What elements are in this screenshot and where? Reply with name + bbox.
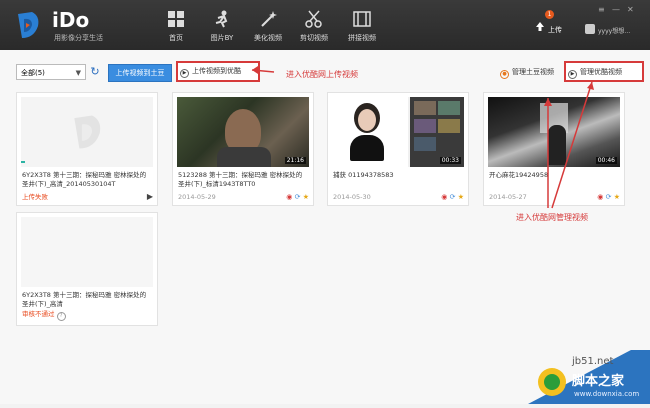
share-icons: ◉ ⟳ ★: [286, 193, 309, 201]
status-text: 上传失败: [22, 193, 48, 201]
grid-icon: [168, 11, 184, 27]
weibo-icon[interactable]: ◉: [597, 193, 603, 201]
minimize-icon[interactable]: —: [612, 5, 620, 14]
tencent-icon[interactable]: ⟳: [295, 193, 301, 201]
play-circle-icon: ▶: [568, 70, 577, 79]
film-icon: [353, 11, 371, 27]
video-card[interactable]: 6Y2X3T8 第十三期：探秘玛雅 密林探处的圣井(下)_高清 审核不通过 ?: [16, 212, 158, 326]
tencent-icon[interactable]: ⟳: [606, 193, 612, 201]
app-header: iDo 用影像分享生活 首页 图片BY 美化视频 剪切视频 拼接视频 1 上传 …: [0, 0, 650, 50]
duration: 21:16: [284, 157, 306, 164]
upload-date: 2014-05-29: [178, 193, 216, 201]
video-thumbnail[interactable]: 00:33: [332, 97, 464, 167]
ido-logo-icon: [18, 12, 39, 38]
upload-date: 2014-05-30: [333, 193, 371, 201]
thumbnail-tile: [414, 137, 436, 151]
nav-label: 图片BY: [210, 34, 234, 42]
menu-icon[interactable]: ≡: [598, 5, 605, 14]
magic-wand-icon: [261, 11, 277, 27]
tudou-icon: ●: [500, 70, 509, 79]
progress-indicator: [21, 161, 25, 163]
video-thumbnail[interactable]: 00:46: [488, 97, 620, 167]
manage-tudou-button[interactable]: ● 管理土豆视频: [500, 64, 564, 80]
upload-tudou-button[interactable]: 上传视频到土豆: [108, 64, 172, 82]
thumbnail-body: [350, 135, 384, 161]
share-icons: ◉ ⟳ ★: [597, 193, 620, 201]
nav-join[interactable]: 拼接视频: [344, 9, 380, 43]
thumbnail-shoulders: [217, 147, 271, 167]
runner-icon: [215, 10, 228, 28]
avatar[interactable]: [585, 24, 595, 34]
video-thumbnail[interactable]: [21, 217, 153, 287]
upload-youku-button[interactable]: ▶ 上传视频到优酷: [180, 64, 254, 78]
manage-youku-label: 管理优酷视频: [580, 68, 622, 76]
filter-select[interactable]: 全部(5) ▼: [16, 64, 86, 80]
duration: 00:33: [439, 157, 461, 164]
nav-label: 美化视频: [254, 34, 282, 42]
filter-value: 全部(5): [21, 69, 45, 77]
watermark-site: jb51.net: [572, 356, 614, 367]
nav-label: 剪切视频: [300, 34, 328, 42]
thumbnail-tile: [438, 119, 460, 133]
video-title: 开心麻花19424958: [489, 171, 549, 179]
review-status: 审核不通过: [22, 310, 55, 318]
weibo-icon[interactable]: ◉: [441, 193, 447, 201]
manage-annotation: 进入优酷网管理视频: [516, 213, 588, 222]
username[interactable]: yyyy想想…: [598, 26, 630, 35]
refresh-icon[interactable]: ↻: [88, 64, 102, 80]
nav-home[interactable]: 首页: [158, 9, 194, 43]
video-title: 6Y2X3T8 第十三期：探秘玛雅 密林探处的圣井(下)_高清: [22, 291, 147, 308]
nav-label: 拼接视频: [348, 34, 376, 42]
nav-cut[interactable]: 剪切视频: [296, 9, 332, 43]
play-icon[interactable]: ▶: [147, 192, 153, 201]
upload-annotation: 进入优酷网上传视频: [286, 70, 358, 79]
thumbnail-tile: [414, 119, 436, 133]
share-icons: ◉ ⟳ ★: [441, 193, 464, 201]
nav-beautify[interactable]: 美化视频: [250, 9, 286, 43]
watermark-domain: www.downxia.com: [574, 390, 640, 398]
video-card[interactable]: 21:16 5123288 第十三期：探秘玛雅 密林探处的圣井(下)_标清194…: [172, 92, 314, 206]
upload-date: 2014-05-27: [489, 193, 527, 201]
duration: 00:46: [595, 157, 617, 164]
close-icon[interactable]: ✕: [627, 5, 634, 14]
star-icon[interactable]: ★: [614, 193, 620, 201]
manage-youku-button[interactable]: ▶ 管理优酷视频: [568, 64, 640, 80]
thumbnail-tile: [438, 101, 460, 115]
app-tagline: 用影像分享生活: [54, 34, 103, 42]
scissors-icon: [305, 10, 322, 28]
nav-photo[interactable]: 图片BY: [204, 9, 240, 43]
chevron-down-icon: ▼: [75, 69, 81, 77]
video-card[interactable]: 00:33 捕获 0119437858З 2014-05-30 ◉ ⟳ ★: [327, 92, 469, 206]
video-title: 捕获 0119437858З: [333, 171, 394, 179]
status-text: 审核不通过 ?: [22, 308, 69, 321]
manage-tudou-label: 管理土豆视频: [512, 68, 554, 76]
star-icon[interactable]: ★: [458, 193, 464, 201]
play-circle-icon: ▶: [180, 69, 189, 78]
upload-icon[interactable]: [534, 21, 546, 33]
video-card[interactable]: 6Y2X3T8 第十三期：探秘玛雅 密林探处的圣井(下)_高清_20140530…: [16, 92, 158, 206]
app-name: iDo: [52, 8, 90, 32]
upload-button[interactable]: 上传: [548, 25, 562, 35]
ido-window: iDo 用影像分享生活 首页 图片BY 美化视频 剪切视频 拼接视频 1 上传 …: [0, 0, 650, 404]
tencent-icon[interactable]: ⟳: [450, 193, 456, 201]
watermark: jb51.net 脚本之家 www.downxia.com: [528, 340, 650, 404]
video-title: 6Y2X3T8 第十三期：探秘玛雅 密林探处的圣井(下)_高清_20140530…: [22, 171, 147, 188]
thumbnail-figure: [548, 125, 566, 165]
nav-label: 首页: [169, 34, 183, 42]
video-title: 5123288 第十三期：探秘玛雅 密林探处的圣井(下)_标清1943T8TT0: [178, 171, 303, 188]
video-card[interactable]: 00:46 开心麻花19424958 2014-05-27 ◉ ⟳ ★: [483, 92, 625, 206]
thumbnail-tile: [414, 101, 436, 115]
video-thumbnail[interactable]: [21, 97, 153, 167]
thumbnail-face: [358, 109, 376, 131]
toolbar: 全部(5) ▼ ↻ 上传视频到土豆 ▶ 上传视频到优酷 进入优酷网上传视频 ● 管理…: [10, 61, 644, 84]
help-icon[interactable]: ?: [56, 312, 66, 321]
video-thumbnail[interactable]: 21:16: [177, 97, 309, 167]
upload-youku-label: 上传视频到优酷: [192, 67, 241, 75]
weibo-icon[interactable]: ◉: [286, 193, 292, 201]
watermark-brand: 脚本之家: [572, 374, 625, 389]
star-icon[interactable]: ★: [303, 193, 309, 201]
upload-count-badge: 1: [545, 10, 554, 19]
placeholder-logo-icon: [74, 115, 101, 149]
